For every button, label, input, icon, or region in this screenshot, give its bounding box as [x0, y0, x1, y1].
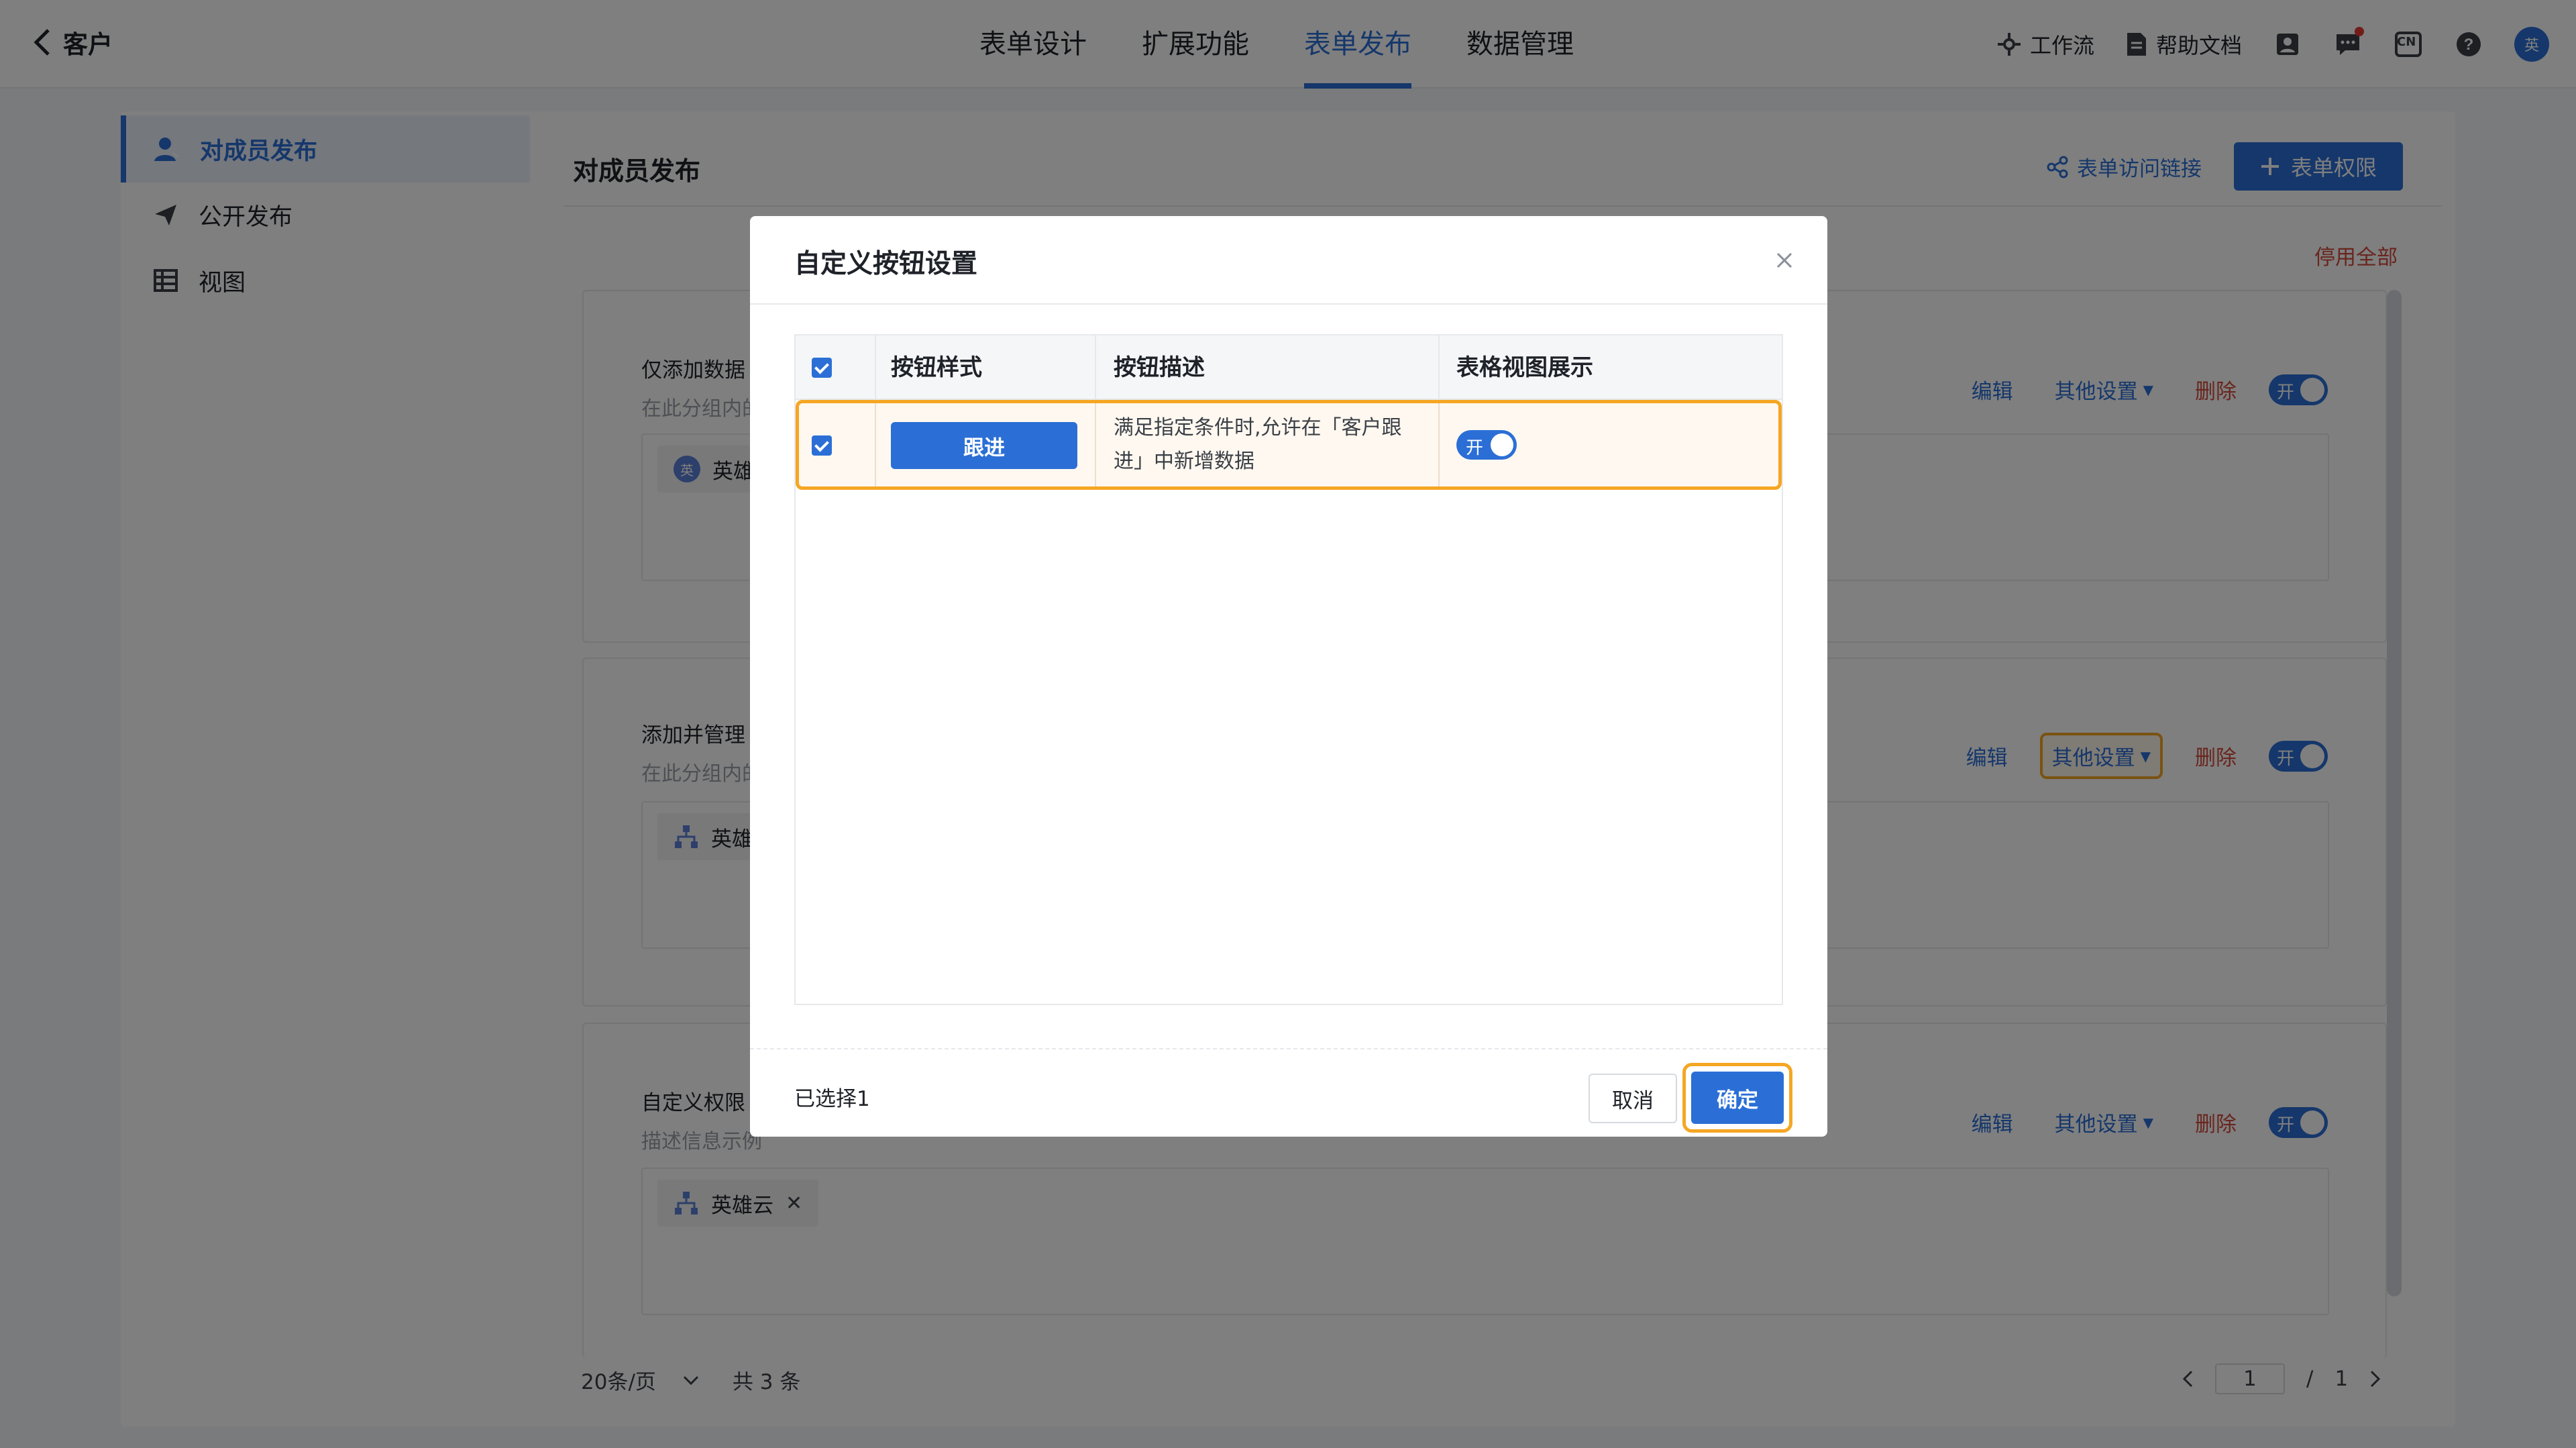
checkbox-checked-icon [812, 435, 832, 456]
button-description: 满足指定条件时,允许在「客户跟进」中新增数据 [1114, 416, 1402, 473]
follow-up-button-preview[interactable]: 跟进 [891, 422, 1077, 469]
checkbox-checked-icon [812, 358, 832, 378]
dialog-title: 自定义按钮设置 [794, 249, 978, 279]
table-view-toggle[interactable]: 开 [1456, 430, 1517, 460]
toggle-label: 开 [1466, 438, 1484, 458]
close-icon[interactable] [1771, 247, 1798, 274]
column-header-table-view: 表格视图展示 [1456, 354, 1593, 381]
column-divider [875, 403, 876, 486]
custom-button-dialog: 自定义按钮设置 按钮样式 按钮描述 表格视图展示 跟进 满足指定条件时,允许在「… [750, 216, 1827, 1137]
column-header-description: 按钮描述 [1114, 354, 1205, 381]
table-row[interactable]: 跟进 满足指定条件时,允许在「客户跟进」中新增数据 开 [796, 400, 1782, 490]
button-table: 按钮样式 按钮描述 表格视图展示 跟进 满足指定条件时,允许在「客户跟进」中新增… [794, 334, 1783, 1005]
dialog-footer-divider [750, 1048, 1827, 1049]
toggle-knob [1491, 433, 1513, 456]
column-divider [1438, 403, 1440, 486]
table-header: 按钮样式 按钮描述 表格视图展示 [796, 335, 1782, 400]
column-header-style: 按钮样式 [891, 354, 982, 381]
column-divider [875, 335, 876, 400]
cancel-button[interactable]: 取消 [1589, 1074, 1677, 1123]
confirm-highlight: 确定 [1682, 1063, 1792, 1133]
column-divider [1095, 335, 1096, 400]
select-all-checkbox[interactable] [812, 358, 832, 378]
dialog-header-divider [750, 303, 1827, 305]
selected-count: 已选择1 [794, 1087, 870, 1111]
row-checkbox[interactable] [812, 435, 832, 456]
column-divider [1438, 335, 1440, 400]
confirm-button[interactable]: 确定 [1691, 1072, 1784, 1124]
column-divider [1095, 403, 1096, 486]
